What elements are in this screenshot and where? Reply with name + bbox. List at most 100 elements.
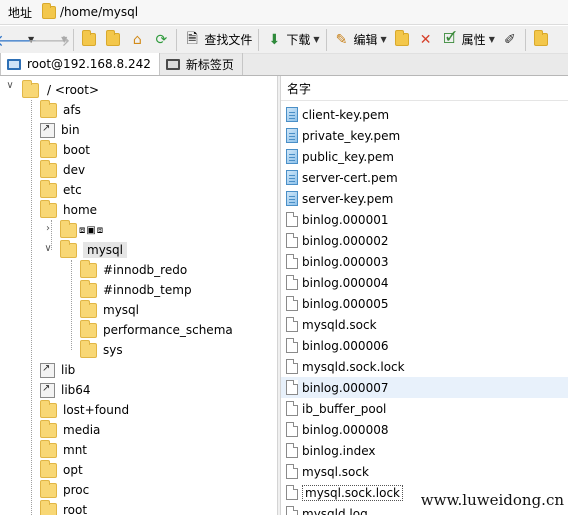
new-folder-button[interactable]: [390, 28, 414, 52]
certificate-file-icon: [286, 149, 298, 164]
file-row[interactable]: private_key.pem: [281, 125, 568, 146]
file-name: server-key.pem: [302, 191, 394, 206]
tree-item-label: proc: [63, 483, 90, 497]
file-row[interactable]: binlog.000001: [281, 209, 568, 230]
tree-item-afs[interactable]: afs: [40, 99, 81, 120]
file-row[interactable]: mysqld.sock.lock: [281, 356, 568, 377]
new-item-button[interactable]: [529, 28, 553, 52]
root-folder-button[interactable]: [101, 28, 125, 52]
file-icon: [286, 401, 298, 416]
file-row[interactable]: server-key.pem: [281, 188, 568, 209]
address-path[interactable]: /home/mysql: [60, 5, 138, 19]
file-row[interactable]: server-cert.pem: [281, 167, 568, 188]
chevron-down-icon[interactable]: ▼: [61, 35, 67, 44]
column-header-name[interactable]: 名字: [281, 76, 568, 101]
tree-item-mnt[interactable]: mnt: [40, 439, 87, 460]
tree-item-etc[interactable]: etc: [40, 179, 82, 200]
file-row[interactable]: binlog.000004: [281, 272, 568, 293]
tree-item-label: mnt: [63, 443, 87, 457]
file-name: server-cert.pem: [302, 170, 398, 185]
tree-item-performance-schema[interactable]: performance_schema: [80, 319, 233, 340]
tree-item-label: lib64: [61, 383, 91, 397]
tree-item-lib[interactable]: lib: [40, 360, 75, 380]
file-row[interactable]: ib_buffer_pool: [281, 398, 568, 419]
file-row[interactable]: binlog.000008: [281, 419, 568, 440]
chevron-down-icon[interactable]: ▼: [489, 35, 495, 44]
file-name: private_key.pem: [302, 128, 401, 143]
tree-item-root-dir[interactable]: root: [40, 499, 88, 515]
column-header-label: 名字: [287, 81, 312, 96]
tree-item-innodb-temp[interactable]: #innodb_temp: [80, 279, 192, 300]
session-tabs: root@192.168.8.242 新标签页: [0, 53, 568, 76]
find-file-button[interactable]: 🗎 查找文件: [180, 28, 255, 52]
delete-button[interactable]: ✕: [414, 28, 438, 52]
rename-button[interactable]: ✐: [498, 28, 522, 52]
file-row[interactable]: binlog.000005: [281, 293, 568, 314]
chevron-down-icon[interactable]: ∨: [4, 80, 16, 91]
address-field[interactable]: /home/mysql: [40, 1, 138, 23]
file-name: binlog.000001: [302, 212, 389, 227]
tree-item-label: media: [63, 423, 101, 437]
refresh-button[interactable]: ⟳: [149, 28, 173, 52]
file-name: binlog.000003: [302, 254, 389, 269]
address-bar: 地址 /home/mysql: [0, 0, 568, 25]
tree-item-bin[interactable]: bin: [40, 120, 80, 140]
parent-folder-button[interactable]: [77, 28, 101, 52]
file-row[interactable]: binlog.000003: [281, 251, 568, 272]
tree-item-lost-found[interactable]: lost+found: [40, 399, 129, 420]
home-button[interactable]: ⌂: [125, 28, 149, 52]
edit-button[interactable]: ✎ 编辑 ▼: [330, 28, 390, 52]
file-name: binlog.000006: [302, 338, 389, 353]
tree-item-lib64[interactable]: lib64: [40, 380, 91, 400]
tab-root-session[interactable]: root@192.168.8.242: [0, 53, 160, 75]
folder-icon: [40, 419, 57, 438]
tree-item-label: opt: [63, 463, 83, 477]
tree-item-innodb-redo[interactable]: #innodb_redo: [80, 259, 187, 280]
chevron-down-icon[interactable]: ∨: [42, 243, 54, 254]
tree-item-mysql[interactable]: mysql: [60, 239, 127, 260]
tree-item-root[interactable]: / <root>: [22, 79, 100, 100]
chevron-down-icon[interactable]: ▼: [313, 35, 319, 44]
tab-new[interactable]: 新标签页: [160, 53, 243, 75]
file-row[interactable]: binlog.000002: [281, 230, 568, 251]
file-icon: [286, 338, 298, 353]
tree-item-dev[interactable]: dev: [40, 159, 85, 180]
folder-icon: [80, 339, 97, 358]
chevron-down-icon[interactable]: ▼: [381, 35, 387, 44]
download-button[interactable]: ⬇ 下载 ▼: [262, 28, 322, 52]
folder-icon: [80, 259, 97, 278]
tree-item-mysql-sub[interactable]: mysql: [80, 299, 139, 320]
file-row[interactable]: client-key.pem: [281, 104, 568, 125]
file-row[interactable]: public_key.pem: [281, 146, 568, 167]
tree-item-label: root: [63, 503, 88, 515]
file-row[interactable]: binlog.index: [281, 440, 568, 461]
forward-button[interactable]: 🡒 ▼: [27, 28, 71, 52]
forward-arrow-icon: 🡒: [27, 30, 71, 50]
file-name: binlog.index: [302, 443, 376, 458]
tree-item-sys[interactable]: sys: [80, 339, 123, 360]
tree-item-opt[interactable]: opt: [40, 459, 83, 480]
tree-item-label: afs: [63, 103, 81, 117]
find-file-icon: 🗎: [186, 30, 198, 47]
file-name: client-key.pem: [302, 107, 390, 122]
properties-button[interactable]: 🗹 属性 ▼: [438, 28, 498, 52]
folder-icon: [80, 279, 97, 298]
tree-item-media[interactable]: media: [40, 419, 101, 440]
file-name: binlog.000005: [302, 296, 389, 311]
properties-icon: 🗹: [443, 30, 456, 47]
certificate-file-icon: [286, 128, 298, 143]
tree-item-label: / <root>: [47, 83, 100, 97]
chevron-right-icon[interactable]: ›: [42, 223, 54, 234]
monitor-icon: [165, 58, 180, 70]
folder-icon: [40, 199, 57, 218]
tree-item-collapsed[interactable]: ⧈▣⧈: [60, 219, 104, 240]
tree-item-proc[interactable]: proc: [40, 479, 90, 500]
file-row[interactable]: binlog.000006: [281, 335, 568, 356]
tree-item-boot[interactable]: boot: [40, 139, 90, 160]
file-name: binlog.000008: [302, 422, 389, 437]
file-row[interactable]: mysqld.sock: [281, 314, 568, 335]
file-row[interactable]: mysql.sock: [281, 461, 568, 482]
file-icon: [286, 380, 298, 395]
tree-item-home[interactable]: home: [40, 199, 97, 220]
file-row[interactable]: binlog.000007: [281, 377, 568, 398]
